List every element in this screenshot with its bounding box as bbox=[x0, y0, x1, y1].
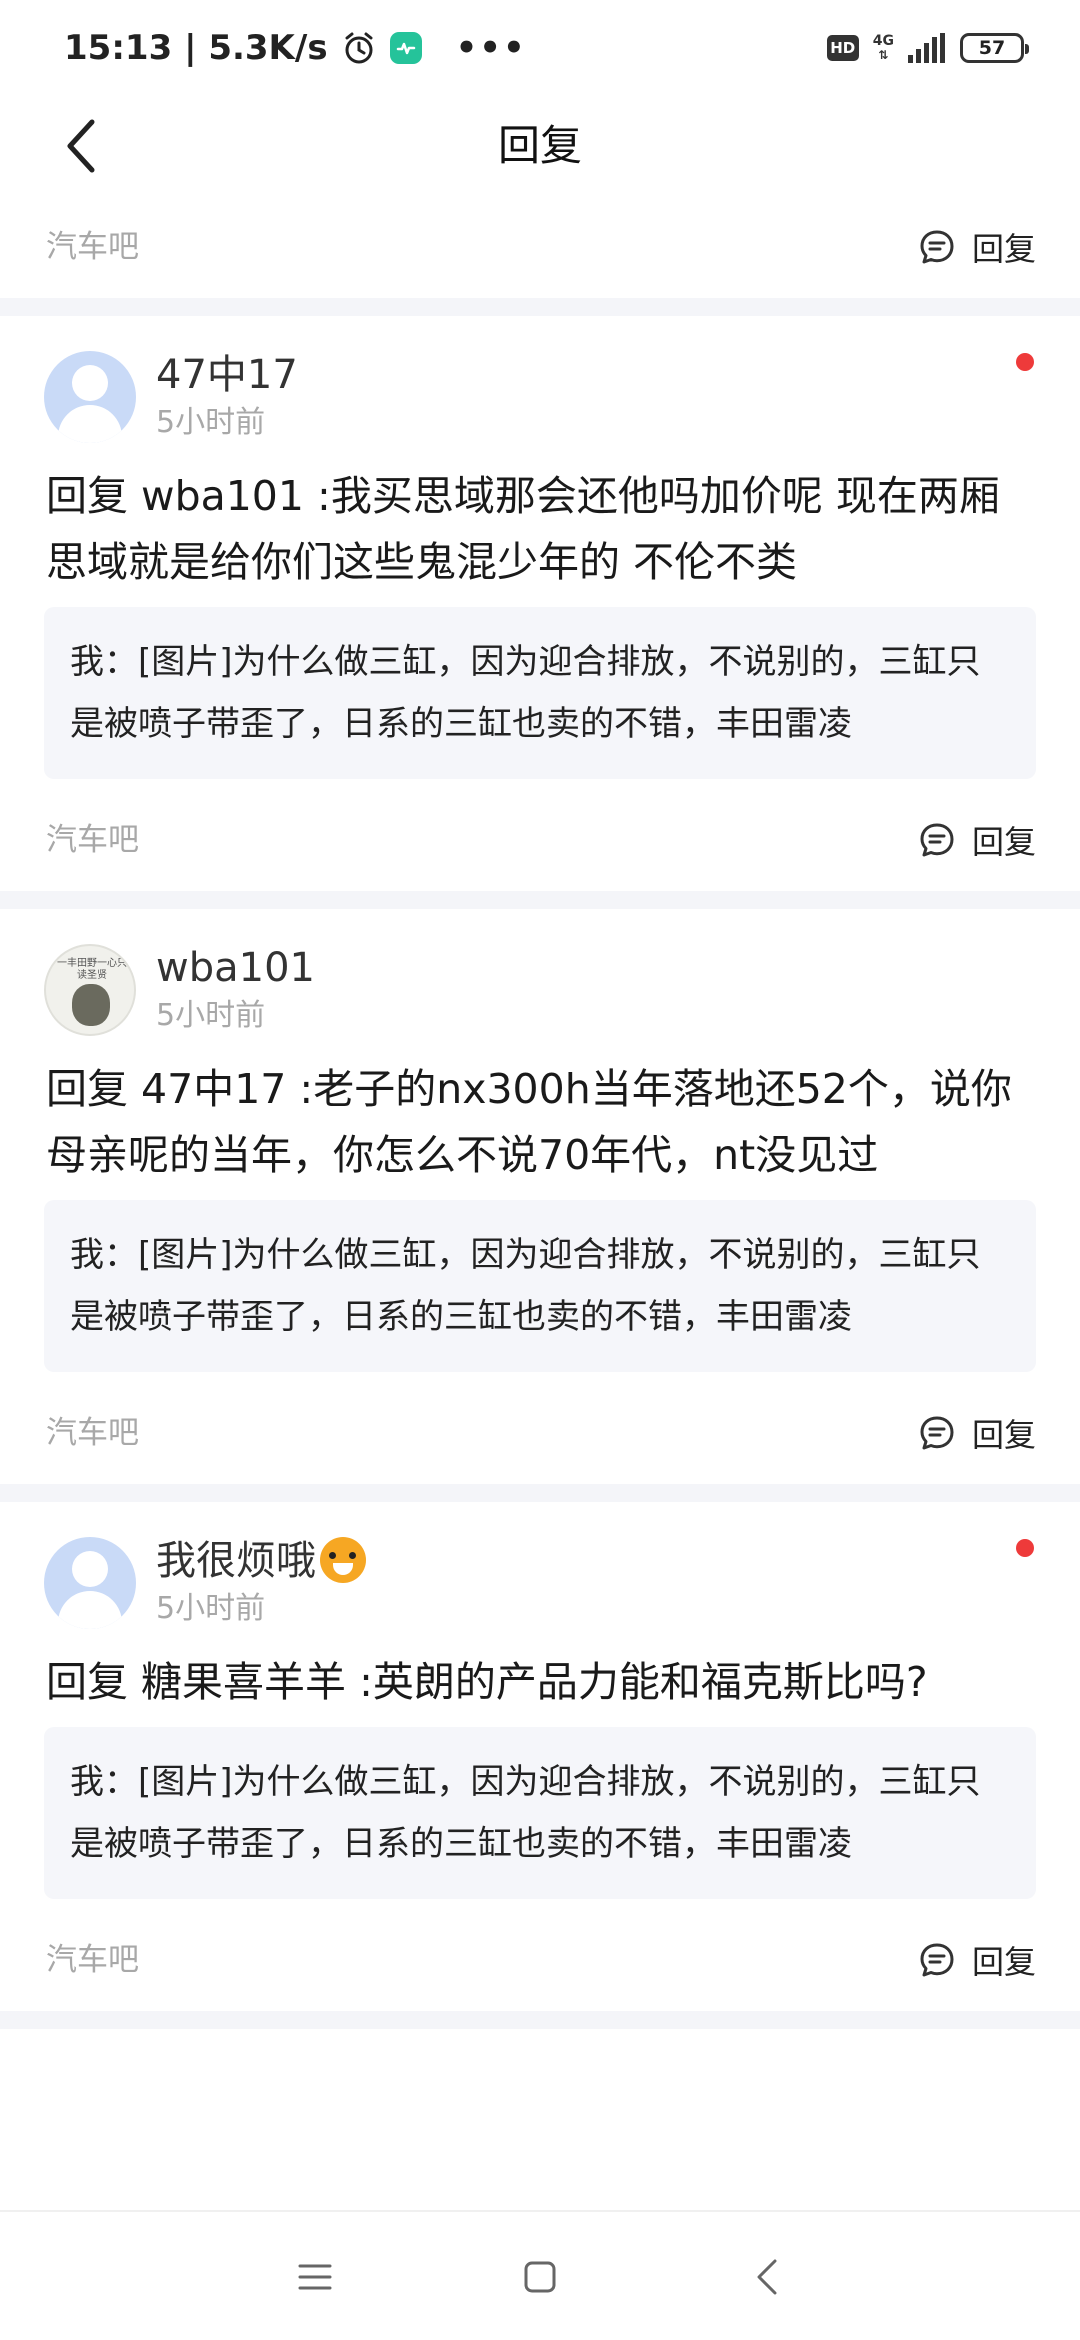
quoted-post[interactable]: 我：[图片]为什么做三缸，因为迎合排放，不说别的，三缸只是被喷子带歪了，日系的三… bbox=[44, 1727, 1036, 1899]
quote-text: 我：[图片]为什么做三缸，因为迎合排放，不说别的，三缸只是被喷子带歪了，日系的三… bbox=[70, 1762, 981, 1864]
quoted-post[interactable]: 我：[图片]为什么做三缸，因为迎合排放，不说别的，三缸只是被喷子带歪了，日系的三… bbox=[44, 607, 1036, 779]
quoted-post[interactable]: 我：[图片]为什么做三缸，因为迎合排放，不说别的，三缸只是被喷子带歪了，日系的三… bbox=[44, 1200, 1036, 1372]
avatar[interactable]: 一丰田野一心只读圣贤 bbox=[44, 944, 136, 1036]
divider bbox=[0, 1484, 1080, 1502]
network-label: 4G bbox=[872, 33, 894, 49]
unread-dot bbox=[1016, 1539, 1034, 1557]
forum-link[interactable]: 汽车吧 bbox=[46, 789, 139, 891]
menu-icon bbox=[298, 2264, 332, 2290]
post-time: 5小时前 bbox=[156, 1591, 266, 1626]
status-left: 15:13 | 5.3K/s ••• bbox=[64, 22, 527, 74]
reply-button[interactable]: 回复 bbox=[918, 1382, 1036, 1484]
tiger-emoji-icon bbox=[320, 1537, 366, 1583]
item-footer: 汽车吧 回复 bbox=[0, 1382, 1080, 1484]
avatar-text: 一丰田野一心只读圣贤 bbox=[57, 958, 127, 981]
avatar[interactable] bbox=[44, 351, 136, 443]
nav-bar: 回复 bbox=[0, 96, 1080, 196]
avatar[interactable] bbox=[44, 1537, 136, 1629]
divider bbox=[0, 298, 1080, 316]
reply-feed[interactable]: 汽车吧 回复 47中17 5小时前 回复 wba101 :我买思域那会还他吗加价… bbox=[0, 196, 1080, 2029]
reply-card[interactable]: 一丰田野一心只读圣贤 wba101 5小时前 回复 47中17 :老子的nx30… bbox=[0, 944, 1080, 1484]
reply-card[interactable]: 我很烦哦 5小时前 回复 糖果喜羊羊 :英朗的产品力能和福克斯比吗? 我：[图片… bbox=[0, 1537, 1080, 2011]
page-title: 回复 bbox=[497, 121, 582, 170]
status-right: HD 4G ⇅ 57 bbox=[826, 26, 1029, 70]
home-button[interactable] bbox=[505, 2242, 575, 2312]
system-back-button[interactable] bbox=[732, 2242, 802, 2312]
reply-button[interactable]: 回复 bbox=[918, 1909, 1036, 2011]
item-footer: 汽车吧 回复 bbox=[0, 196, 1080, 298]
forum-link[interactable]: 汽车吧 bbox=[46, 1909, 139, 2011]
status-bar: 15:13 | 5.3K/s ••• HD 4G ⇅ 57 bbox=[0, 0, 1080, 96]
comment-icon bbox=[920, 823, 954, 857]
username-text: 我很烦哦 bbox=[156, 1538, 316, 1584]
card-header: 一丰田野一心只读圣贤 wba101 5小时前 bbox=[0, 944, 1080, 1056]
card-header: 我很烦哦 5小时前 bbox=[0, 1537, 1080, 1649]
forum-link[interactable]: 汽车吧 bbox=[46, 196, 139, 298]
divider bbox=[0, 2011, 1080, 2029]
reply-label: 回复 bbox=[971, 823, 1036, 861]
item-footer: 汽车吧 回复 bbox=[0, 1909, 1080, 2011]
reply-button[interactable]: 回复 bbox=[918, 196, 1036, 298]
reply-content[interactable]: 回复 47中17 :老子的nx300h当年落地还52个，说你母亲呢的当年，你怎么… bbox=[0, 1056, 1080, 1188]
signal-icon bbox=[908, 33, 945, 63]
comment-icon bbox=[920, 1943, 954, 1977]
hd-badge: HD bbox=[826, 35, 859, 61]
reply-label: 回复 bbox=[971, 230, 1036, 268]
network-type: 4G ⇅ bbox=[873, 34, 894, 62]
system-nav-bar bbox=[0, 2210, 1080, 2340]
home-square-icon bbox=[524, 2261, 556, 2293]
data-arrows-icon: ⇅ bbox=[878, 48, 889, 62]
username[interactable]: 我很烦哦 bbox=[156, 1533, 366, 1589]
alarm-icon bbox=[345, 32, 373, 64]
unread-dot bbox=[1016, 353, 1034, 371]
reply-card[interactable]: 47中17 5小时前 回复 wba101 :我买思域那会还他吗加价呢 现在两厢思… bbox=[0, 351, 1080, 891]
quote-text: 我：[图片]为什么做三缸，因为迎合排放，不说别的，三缸只是被喷子带歪了，日系的三… bbox=[70, 1235, 981, 1337]
menu-button[interactable] bbox=[280, 2242, 350, 2312]
divider bbox=[0, 891, 1080, 909]
post-time: 5小时前 bbox=[156, 405, 266, 440]
post-time: 5小时前 bbox=[156, 998, 266, 1033]
back-triangle-icon bbox=[757, 2259, 777, 2295]
more-notifications-icon: ••• bbox=[455, 28, 527, 68]
security-shield-icon bbox=[389, 32, 422, 64]
item-footer: 汽车吧 回复 bbox=[0, 789, 1080, 891]
quote-text: 我：[图片]为什么做三缸，因为迎合排放，不说别的，三缸只是被喷子带歪了，日系的三… bbox=[70, 642, 981, 744]
reply-label: 回复 bbox=[971, 1943, 1036, 1981]
battery-level: 57 bbox=[978, 37, 1006, 59]
reply-button[interactable]: 回复 bbox=[918, 789, 1036, 891]
forum-link[interactable]: 汽车吧 bbox=[46, 1382, 139, 1484]
username[interactable]: wba101 bbox=[156, 940, 315, 996]
reply-label: 回复 bbox=[971, 1416, 1036, 1454]
status-time-speed: 15:13 | 5.3K/s bbox=[64, 28, 328, 68]
reply-content[interactable]: 回复 wba101 :我买思域那会还他吗加价呢 现在两厢思域就是给你们这些鬼混少… bbox=[0, 463, 1080, 595]
card-header: 47中17 5小时前 bbox=[0, 351, 1080, 463]
reply-content[interactable]: 回复 糖果喜羊羊 :英朗的产品力能和福克斯比吗? bbox=[0, 1649, 1080, 1715]
username[interactable]: 47中17 bbox=[156, 347, 298, 403]
battery-indicator: 57 bbox=[960, 33, 1029, 63]
comment-icon bbox=[920, 230, 954, 264]
comment-icon bbox=[920, 1416, 954, 1450]
